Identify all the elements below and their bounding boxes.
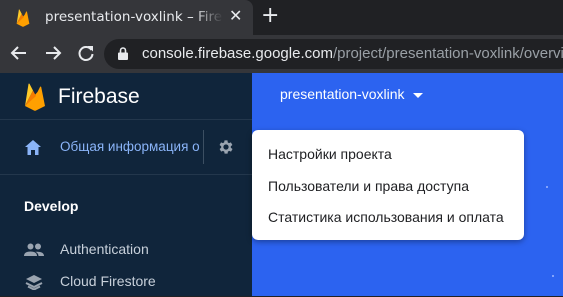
project-overview-link[interactable]: Общая информация о проекте [60, 139, 203, 154]
tab-title-fade [193, 6, 223, 28]
project-name: presentation-voxlink [280, 86, 405, 102]
sidebar-item-label: Cloud Firestore [60, 273, 156, 289]
section-title-develop: Develop [24, 198, 79, 214]
close-icon[interactable]: ✕ [229, 8, 242, 24]
browser-toolbar: console.firebase.google.com/project/pres… [0, 35, 563, 73]
firebase-sidebar: Firebase Общая информация о проекте Deve… [0, 73, 252, 296]
reload-icon[interactable] [77, 44, 95, 62]
gear-icon[interactable] [217, 138, 235, 156]
menu-item-usage-billing[interactable]: Статистика использования и оплата [268, 209, 504, 225]
url-host: console.firebase.google.com [142, 45, 333, 62]
firebase-favicon-icon [16, 9, 30, 27]
plus-icon[interactable]: + [261, 5, 279, 27]
url-path: /project/presentation-voxlink/overview [332, 45, 563, 62]
sidebar-item-cloud-firestore[interactable]: Cloud Firestore [0, 267, 252, 297]
home-icon[interactable] [25, 140, 41, 155]
menu-item-users-permissions[interactable]: Пользователи и права доступа [268, 178, 469, 194]
menu-item-project-settings[interactable]: Настройки проекта [268, 146, 392, 162]
browser-tab[interactable]: presentation-voxlink – Firebase ✕ [0, 0, 253, 35]
brand-name: Firebase [58, 85, 140, 108]
decorative-dot [552, 275, 554, 277]
firestore-icon [25, 275, 43, 290]
forward-arrow-icon[interactable] [44, 44, 62, 62]
sidebar-item-authentication[interactable]: Authentication [0, 235, 252, 265]
project-overview-row: Общая информация о проекте [0, 120, 252, 175]
sidebar-item-label: Authentication [60, 241, 149, 257]
address-bar[interactable]: console.firebase.google.com/project/pres… [104, 39, 563, 69]
browser-tab-strip: presentation-voxlink – Firebase ✕ + [0, 0, 563, 35]
brand-header[interactable]: Firebase [0, 73, 252, 120]
back-arrow-icon[interactable] [10, 44, 28, 62]
firebase-logo-icon [25, 83, 45, 111]
divider [203, 130, 204, 164]
lock-icon [118, 47, 128, 60]
project-switcher[interactable]: presentation-voxlink [280, 86, 423, 102]
people-icon [24, 243, 44, 256]
caret-down-icon [412, 92, 423, 98]
url-text: console.firebase.google.com/project/pres… [142, 45, 563, 62]
settings-dropdown-menu: Настройки проекта Пользователи и права д… [252, 130, 524, 240]
decorative-dot [546, 186, 548, 188]
